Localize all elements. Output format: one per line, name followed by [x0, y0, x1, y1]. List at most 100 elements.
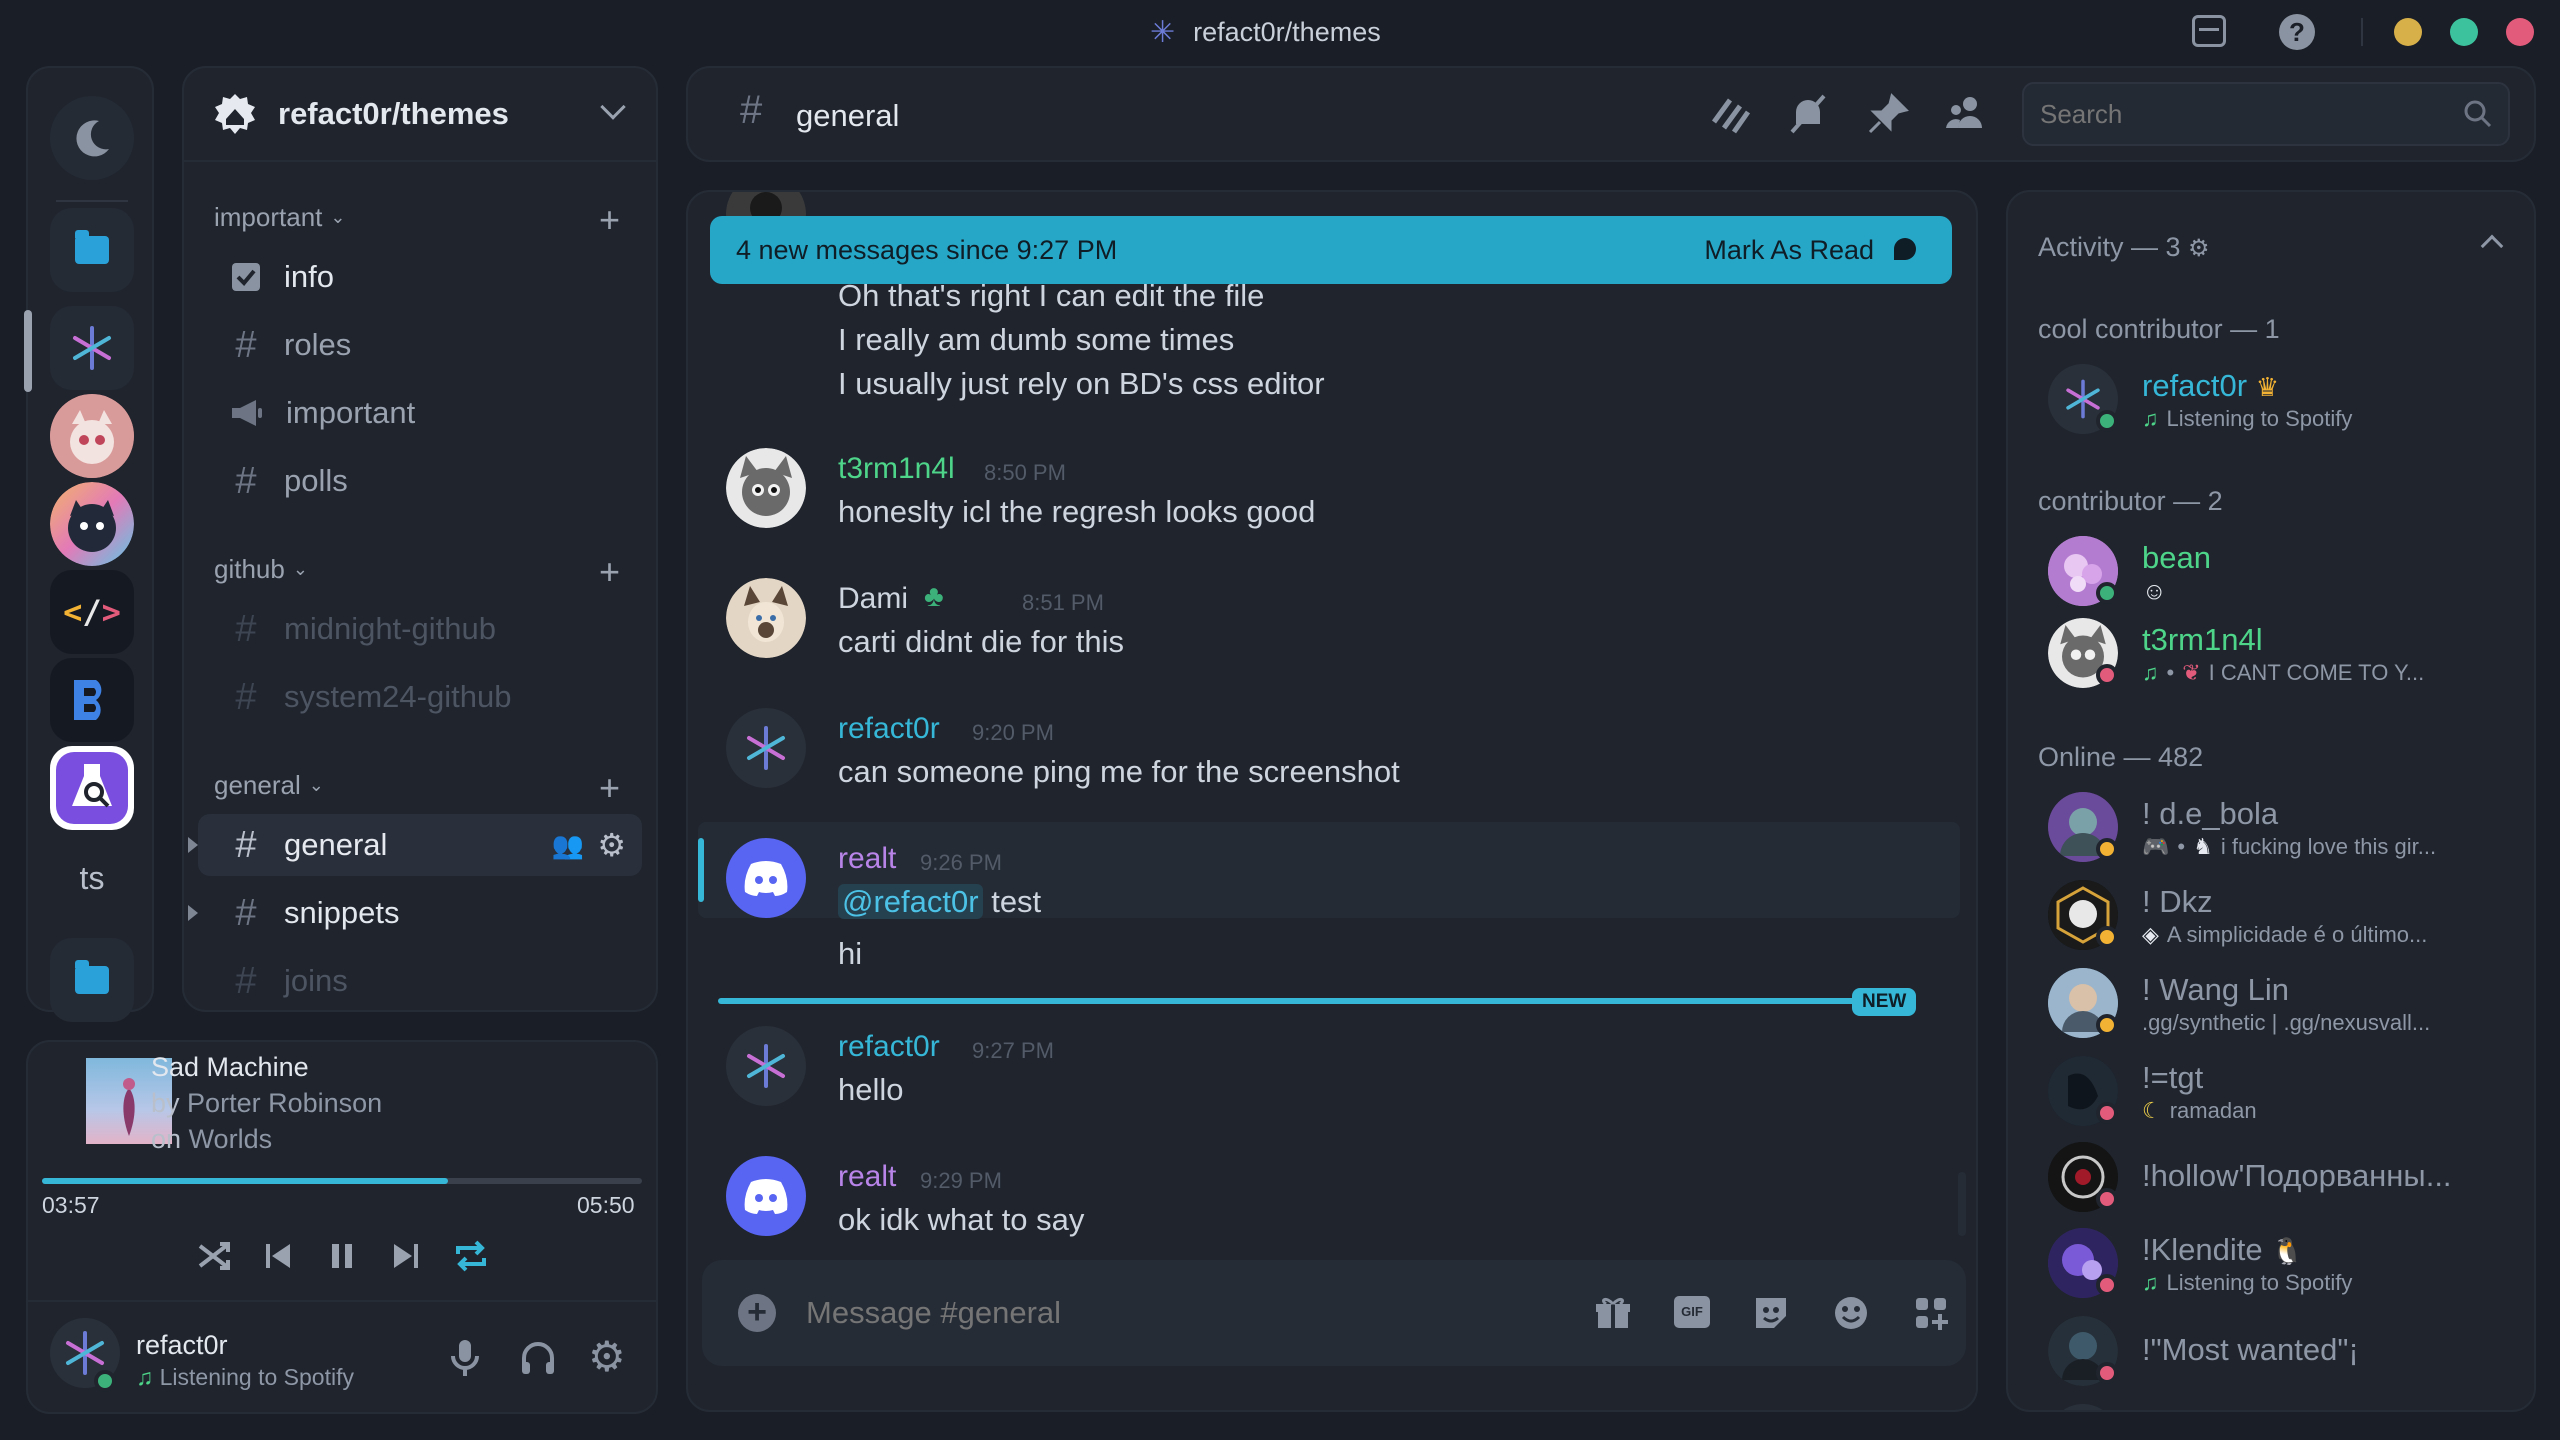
close-button[interactable]	[2506, 18, 2534, 46]
add-channel-icon[interactable]: +	[599, 202, 620, 238]
channel-midnight-github[interactable]: # midnight-github	[198, 598, 642, 660]
track-artist[interactable]: Porter Robinson	[187, 1088, 382, 1118]
message-author[interactable]: realt	[838, 1160, 896, 1194]
progress-bar[interactable]	[42, 1178, 642, 1184]
previous-icon[interactable]	[262, 1238, 294, 1274]
apps-icon[interactable]	[1912, 1294, 1950, 1332]
headphones-icon[interactable]	[518, 1338, 558, 1378]
music-note-icon: ♫	[2142, 1270, 2159, 1295]
server-code[interactable]: </>	[50, 570, 134, 654]
home-button[interactable]	[50, 96, 134, 180]
server-rainbow-cat[interactable]	[50, 482, 134, 566]
message-author[interactable]: realt	[838, 842, 896, 876]
member-name[interactable]: bean	[2142, 540, 2211, 576]
activity-header[interactable]: Activity — 3 ⚙	[2038, 232, 2210, 263]
repeat-icon[interactable]	[452, 1236, 490, 1276]
inbox-icon[interactable]	[2192, 15, 2226, 47]
member-name[interactable]: ! Dkz	[2142, 884, 2213, 920]
thread-expand-icon[interactable]	[188, 905, 198, 921]
channel-general[interactable]: # general 👥 ⚙	[188, 814, 642, 876]
channel-name: info	[284, 259, 334, 294]
minimize-button[interactable]	[2394, 18, 2422, 46]
code-badge-icon: ◈	[2142, 922, 2159, 947]
message-author[interactable]: refact0r	[838, 712, 940, 746]
server-header[interactable]: refact0r/themes	[184, 68, 656, 162]
hash-icon: #	[235, 891, 257, 934]
track-album[interactable]: Worlds	[189, 1124, 273, 1154]
server-cat-avatar[interactable]	[50, 394, 134, 478]
member-name[interactable]: !hollow'Подорванны...	[2142, 1158, 2452, 1194]
avatar[interactable]	[726, 448, 806, 528]
message-author[interactable]: t3rm1n4l	[838, 452, 955, 486]
category-github[interactable]: github ⌄	[214, 554, 308, 585]
channel-roles[interactable]: # roles	[198, 314, 642, 376]
pause-icon[interactable]	[326, 1238, 358, 1274]
member-name[interactable]: ! Wang Lin	[2142, 972, 2289, 1008]
member-name[interactable]: t3rm1n4l	[2142, 622, 2263, 658]
avatar[interactable]	[726, 578, 806, 658]
channel-polls[interactable]: # polls	[198, 450, 642, 512]
next-icon[interactable]	[390, 1238, 422, 1274]
channel-system24-github[interactable]: # system24-github	[198, 666, 642, 728]
threads-icon[interactable]	[1708, 92, 1752, 136]
members-icon[interactable]	[1944, 92, 1988, 136]
server-folder-2[interactable]	[50, 938, 134, 1022]
category-general[interactable]: general ⌄	[214, 770, 324, 801]
add-channel-icon[interactable]: +	[599, 554, 620, 590]
shuffle-icon[interactable]	[196, 1238, 232, 1274]
server-ts[interactable]: ts	[50, 836, 134, 920]
maximize-button[interactable]	[2450, 18, 2478, 46]
mark-as-read-button[interactable]: Mark As Read	[1704, 235, 1920, 266]
gear-icon[interactable]: ⚙	[597, 826, 626, 864]
window-title-text: refact0r/themes	[1193, 16, 1381, 47]
gif-icon[interactable]: GIF	[1674, 1296, 1710, 1328]
gear-icon[interactable]: ⚙	[2188, 235, 2210, 262]
microphone-icon[interactable]	[448, 1338, 482, 1378]
channel-important[interactable]: important	[198, 382, 642, 444]
avatar[interactable]	[726, 838, 806, 918]
invite-icon[interactable]: 👥	[552, 830, 584, 861]
member-name[interactable]: !"Most wanted"¡	[2142, 1332, 2359, 1368]
pin-icon[interactable]	[1866, 92, 1910, 136]
channel-info[interactable]: info	[198, 246, 642, 308]
chat-scrollbar[interactable]	[1958, 1172, 1966, 1236]
help-icon[interactable]: ?	[2279, 14, 2315, 50]
add-channel-icon[interactable]: +	[599, 770, 620, 806]
category-important[interactable]: important ⌄	[214, 202, 345, 233]
search-box[interactable]	[2022, 82, 2510, 146]
chevron-down-icon: ⌄	[308, 775, 324, 795]
avatar[interactable]	[726, 708, 806, 788]
member-name[interactable]: !=tgt	[2142, 1060, 2203, 1096]
chevron-down-icon: ⌄	[330, 207, 346, 227]
member-avatar[interactable]	[2048, 1404, 2118, 1410]
search-input[interactable]	[2040, 96, 2440, 132]
message-author[interactable]: refact0r	[838, 1030, 940, 1064]
server-lab[interactable]	[50, 746, 134, 830]
skull-emoji-icon: ☺	[2142, 578, 2167, 605]
member-name[interactable]: !Klendite 🐧	[2142, 1232, 2304, 1268]
chevron-up-icon[interactable]	[2480, 234, 2504, 258]
member-name[interactable]: refact0r ♛	[2142, 368, 2279, 404]
channel-joins[interactable]: # joins	[198, 950, 642, 1010]
message-input[interactable]	[806, 1292, 1506, 1334]
avatar[interactable]	[726, 1026, 806, 1106]
member-name[interactable]: ! d.e_bola	[2142, 796, 2278, 832]
settings-gear-icon[interactable]: ⚙	[588, 1332, 626, 1381]
new-messages-banner[interactable]: 4 new messages since 9:27 PM Mark As Rea…	[710, 216, 1952, 284]
user-mention[interactable]: @refact0r	[838, 884, 983, 919]
thread-expand-icon[interactable]	[188, 837, 198, 853]
gift-icon[interactable]	[1594, 1294, 1632, 1332]
server-folder[interactable]	[50, 208, 134, 292]
hash-icon: #	[235, 323, 257, 366]
avatar[interactable]	[726, 1156, 806, 1236]
chevron-down-icon[interactable]	[600, 94, 626, 120]
asterisk-logo-icon	[73, 326, 111, 370]
server-bd[interactable]	[50, 658, 134, 742]
channel-snippets[interactable]: # snippets	[188, 882, 642, 944]
sticker-icon[interactable]	[1752, 1294, 1790, 1332]
message-author[interactable]: Dami	[838, 582, 908, 616]
mute-bell-icon[interactable]	[1786, 92, 1830, 136]
server-refact0r[interactable]	[50, 306, 134, 390]
add-attachment-icon[interactable]: +	[738, 1294, 776, 1332]
emoji-icon[interactable]	[1832, 1294, 1870, 1332]
